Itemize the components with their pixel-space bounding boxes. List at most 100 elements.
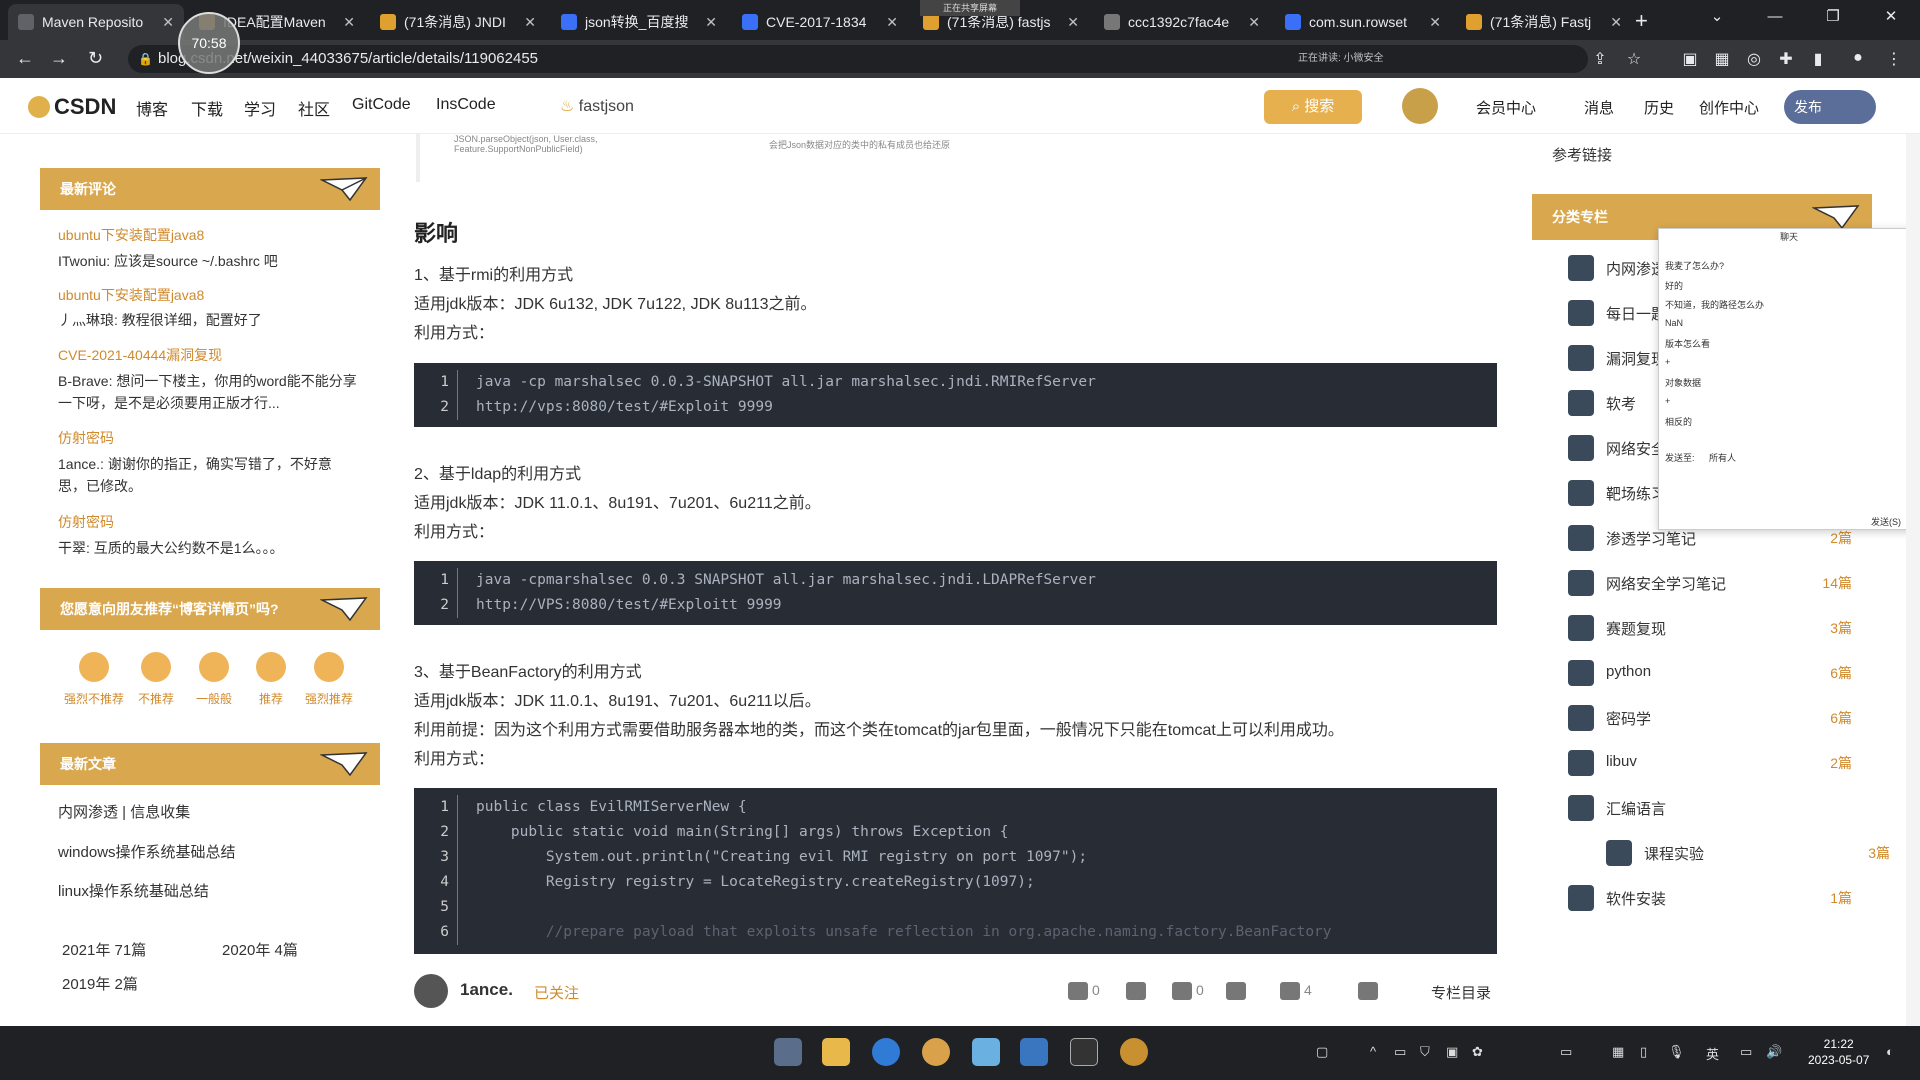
tab-close-icon[interactable]: ✕ bbox=[886, 14, 898, 31]
microphone-icon[interactable]: 🎙 bbox=[1668, 1044, 1685, 1060]
tab-close-icon[interactable]: ✕ bbox=[343, 14, 355, 31]
category-item[interactable]: libuv 2篇 bbox=[1568, 748, 1856, 778]
url-input[interactable]: 🔒 blog.csdn.net/weixin_44033675/article/… bbox=[128, 45, 1588, 73]
publish-button[interactable]: 发布 bbox=[1784, 90, 1876, 124]
toc-button[interactable]: 专栏目录 bbox=[1431, 982, 1491, 1003]
forward-icon[interactable]: → bbox=[50, 48, 68, 69]
nav-inscode[interactable]: InsCode bbox=[436, 96, 496, 114]
tray-icon-2[interactable]: ▭ bbox=[1394, 1044, 1406, 1060]
app-icon-1[interactable] bbox=[972, 1038, 1000, 1066]
extension-icon-1[interactable]: ▣ bbox=[1680, 49, 1700, 69]
app-icon-2[interactable] bbox=[1020, 1038, 1048, 1066]
network-icon[interactable]: ▭ bbox=[1740, 1044, 1752, 1060]
category-item[interactable]: 赛题复现 3篇 bbox=[1568, 613, 1856, 643]
chat-send-button[interactable]: 发送(S) bbox=[1871, 515, 1901, 528]
sidebar-icon[interactable]: ▮ bbox=[1808, 49, 1828, 69]
nav-messages[interactable]: 消息 bbox=[1584, 97, 1614, 118]
comment-title-2[interactable]: ubuntu下安装配置java8 bbox=[58, 285, 204, 305]
author-name[interactable]: 1ance. bbox=[460, 980, 513, 1000]
nav-creator-center[interactable]: 创作中心 bbox=[1699, 97, 1759, 118]
tab-close-icon[interactable]: ✕ bbox=[1067, 14, 1079, 31]
rating-dislike[interactable]: 不推荐 bbox=[126, 652, 186, 707]
like-button[interactable]: 0 bbox=[1068, 982, 1100, 1001]
browser-tab[interactable]: (71条消息) JNDI ✕ bbox=[370, 4, 546, 40]
author-avatar[interactable] bbox=[414, 974, 448, 1008]
task-view-icon[interactable] bbox=[774, 1038, 802, 1066]
extension-icon-3[interactable]: ◎ bbox=[1744, 49, 1764, 69]
archive-2021[interactable]: 2021年 71篇 bbox=[62, 939, 146, 960]
rating-strong-like[interactable]: 强烈推荐 bbox=[299, 652, 359, 707]
reload-icon[interactable]: ↻ bbox=[88, 48, 103, 69]
battery-icon[interactable]: ▯ bbox=[1640, 1044, 1647, 1060]
tab-search-icon[interactable]: ⌄ bbox=[1688, 0, 1746, 34]
category-item[interactable]: python 6篇 bbox=[1568, 658, 1856, 688]
favorite-button[interactable]: 0 bbox=[1172, 982, 1204, 1001]
send-to-select[interactable]: 所有人 bbox=[1709, 451, 1736, 464]
browser-tab[interactable]: json转换_百度搜 ✕ bbox=[551, 4, 727, 40]
browser-tab[interactable]: com.sun.rowset ✕ bbox=[1275, 4, 1451, 40]
tab-close-icon[interactable]: ✕ bbox=[162, 14, 174, 31]
nav-community[interactable]: 社区 bbox=[298, 96, 330, 120]
system-clock[interactable]: 21:22 2023-05-07 bbox=[1808, 1036, 1869, 1068]
ime-indicator[interactable]: 英 bbox=[1706, 1044, 1719, 1063]
chat-popup[interactable]: 聊天 ✕ 我麦了怎么办?好的不知道，我的路径怎么办NaN版本怎么看+对象数据+相… bbox=[1658, 228, 1920, 530]
reward-button[interactable] bbox=[1226, 982, 1250, 1001]
extensions-puzzle-icon[interactable]: ✚ bbox=[1776, 49, 1796, 69]
csdn-logo[interactable]: CSDN bbox=[28, 94, 116, 120]
article-link-1[interactable]: 内网渗透 | 信息收集 bbox=[58, 801, 190, 822]
nav-history[interactable]: 历史 bbox=[1644, 97, 1674, 118]
browser-menu-icon[interactable]: ⋮ bbox=[1884, 49, 1904, 69]
tab-close-icon[interactable]: ✕ bbox=[524, 14, 536, 31]
tab-close-icon[interactable]: ✕ bbox=[705, 14, 717, 31]
chrome-browser-icon[interactable] bbox=[922, 1038, 950, 1066]
article-link-3[interactable]: linux操作系统基础总结 bbox=[58, 880, 209, 901]
code-block-java[interactable]: 1 public class EvilRMIServerNew { 2 publi… bbox=[414, 788, 1497, 954]
rating-like[interactable]: 推荐 bbox=[241, 652, 301, 707]
edge-browser-icon[interactable] bbox=[872, 1038, 900, 1066]
nav-download[interactable]: 下载 bbox=[191, 96, 223, 120]
tab-close-icon[interactable]: ✕ bbox=[1248, 14, 1260, 31]
new-tab-button[interactable]: + bbox=[1635, 8, 1648, 34]
page-scrollbar[interactable] bbox=[1906, 134, 1920, 1026]
nav-vip-center[interactable]: 会员中心 bbox=[1476, 97, 1536, 118]
comment-title-1[interactable]: ubuntu下安装配置java8 bbox=[58, 225, 204, 245]
browser-tab[interactable]: CVE-2017-1834 ✕ bbox=[732, 4, 908, 40]
profile-icon[interactable]: ● bbox=[1848, 49, 1868, 69]
dislike-button[interactable] bbox=[1126, 982, 1150, 1001]
nav-learn[interactable]: 学习 bbox=[244, 96, 276, 120]
back-icon[interactable]: ← bbox=[16, 48, 34, 69]
user-avatar[interactable] bbox=[1402, 88, 1438, 124]
comment-title-5[interactable]: 仿射密码 bbox=[58, 512, 114, 532]
category-item[interactable]: 密码学 6篇 bbox=[1568, 703, 1856, 733]
tab-close-icon[interactable]: ✕ bbox=[1429, 14, 1441, 31]
app-icon-3[interactable] bbox=[1120, 1038, 1148, 1066]
comment-button[interactable]: 4 bbox=[1280, 982, 1312, 1001]
nav-gitcode[interactable]: GitCode bbox=[352, 96, 411, 114]
shield-icon[interactable]: ⛉ bbox=[1420, 1044, 1430, 1060]
tab-close-icon[interactable]: ✕ bbox=[1610, 14, 1622, 31]
browser-tab[interactable]: (71条消息) Fastj ✕ bbox=[1456, 4, 1632, 40]
archive-2020[interactable]: 2020年 4篇 bbox=[222, 939, 298, 960]
notification-icon[interactable]: ▢ bbox=[1316, 1044, 1328, 1060]
rating-neutral[interactable]: 一般般 bbox=[184, 652, 244, 707]
follow-button[interactable]: 已关注 bbox=[534, 982, 579, 1003]
code-block-rmi[interactable]: 1 java -cp marshalsec 0.0.3-SNAPSHOT all.… bbox=[414, 363, 1497, 427]
category-item[interactable]: 软件安装 1篇 bbox=[1568, 883, 1856, 913]
intellij-idea-icon[interactable] bbox=[1070, 1038, 1098, 1066]
tray-icon-5[interactable]: ▭ bbox=[1560, 1044, 1572, 1060]
code-block-ldap[interactable]: 1 java -cpmarshalsec 0.0.3 SNAPSHOT all.j… bbox=[414, 561, 1497, 625]
category-item[interactable]: 网络安全学习笔记 14篇 bbox=[1568, 568, 1856, 598]
reference-link[interactable]: 参考链接 bbox=[1552, 144, 1612, 165]
extension-icon-2[interactable]: ▦ bbox=[1712, 49, 1732, 69]
bookmark-star-icon[interactable]: ☆ bbox=[1624, 49, 1644, 69]
tray-icon-3[interactable]: ▣ bbox=[1446, 1044, 1458, 1060]
minimize-button[interactable]: — bbox=[1746, 0, 1804, 34]
share-page-icon[interactable]: ⇪ bbox=[1590, 49, 1610, 69]
nav-blog[interactable]: 博客 bbox=[136, 96, 168, 120]
comment-title-4[interactable]: 仿射密码 bbox=[58, 428, 114, 448]
article-link-2[interactable]: windows操作系统基础总结 bbox=[58, 841, 236, 862]
rating-strong-dislike[interactable]: 强烈不推荐 bbox=[64, 652, 124, 707]
maximize-button[interactable]: ❐ bbox=[1804, 0, 1862, 34]
tray-icon-1[interactable]: ^ bbox=[1370, 1044, 1376, 1059]
tray-icon-4[interactable]: ✿ bbox=[1472, 1044, 1483, 1060]
